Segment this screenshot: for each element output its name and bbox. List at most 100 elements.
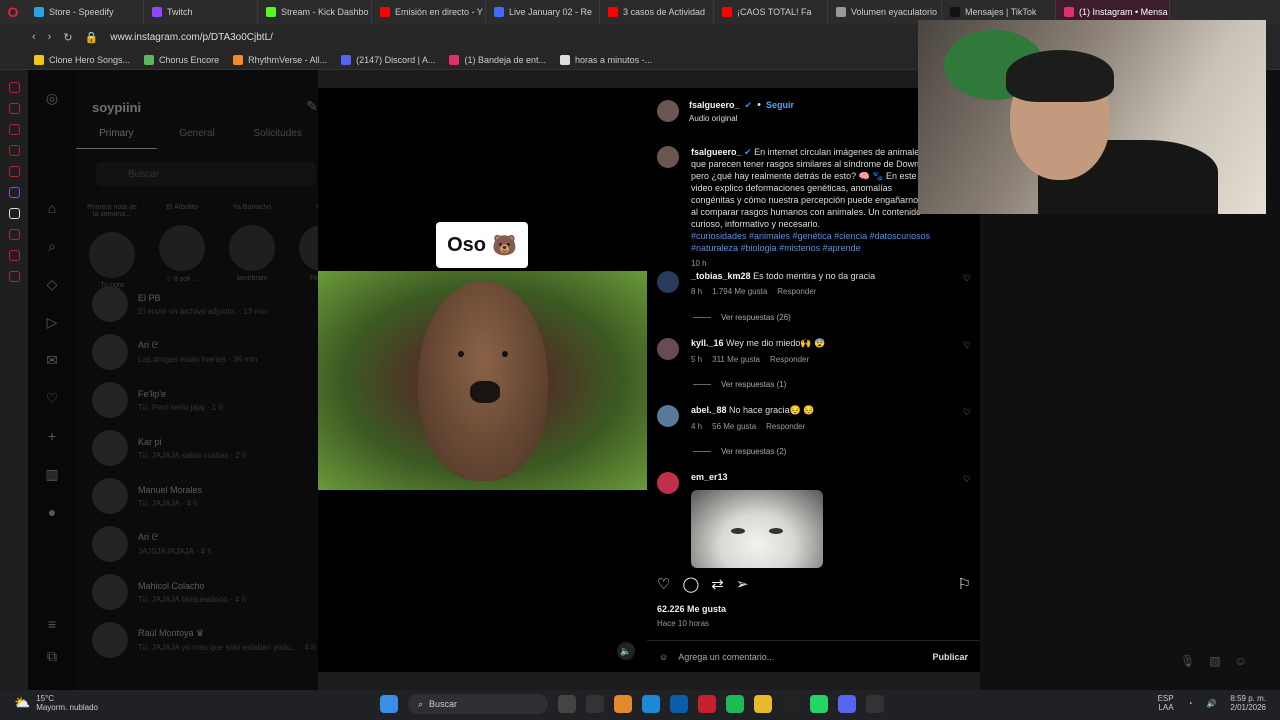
forward-icon[interactable]: ›: [48, 31, 52, 43]
windows-taskbar: ⛅ 15°C Mayorm. nublado ⌕ Buscar ESP LAA …: [0, 690, 1280, 720]
follow-button[interactable]: Seguir: [766, 100, 794, 110]
bookmark-item[interactable]: Chorus Encore: [144, 54, 219, 65]
instagram-icon[interactable]: [8, 145, 20, 156]
browser-tab[interactable]: ¡CAOS TOTAL! Fa: [714, 0, 828, 24]
image-icon[interactable]: ▧: [1209, 654, 1220, 668]
task-view-icon[interactable]: [558, 695, 576, 713]
caption-author[interactable]: fsalgueero_: [691, 147, 742, 157]
volume-icon[interactable]: 🔊: [1206, 699, 1216, 708]
emoji-icon[interactable]: ☺: [659, 652, 668, 662]
reload-icon[interactable]: ↻: [63, 31, 72, 44]
pinboard-icon[interactable]: [8, 124, 20, 135]
tab-label: Emisión en directo - Y: [395, 7, 483, 17]
comment-like-icon[interactable]: ♡: [963, 273, 971, 284]
tab-favicon-icon: [380, 7, 390, 17]
audio-label[interactable]: Audio original: [689, 114, 794, 123]
obs-icon[interactable]: [866, 695, 884, 713]
comment-cat-image[interactable]: [691, 490, 823, 568]
publish-button[interactable]: Publicar: [932, 652, 968, 662]
comment-icon[interactable]: ◯: [682, 575, 699, 593]
spotify-icon[interactable]: [726, 695, 744, 713]
store-icon[interactable]: [670, 695, 688, 713]
comment-input[interactable]: Agrega un comentario...: [678, 652, 774, 662]
history-icon[interactable]: [8, 103, 20, 114]
bookmark-item[interactable]: horas a minutos -...: [560, 54, 652, 65]
settings-icon[interactable]: [8, 271, 20, 282]
comment-user[interactable]: em_er13: [691, 472, 728, 482]
bookmark-item[interactable]: RhythmVerse - All...: [233, 54, 327, 65]
caption-hashtags[interactable]: #curiosidades #animales #genética #cienc…: [691, 230, 931, 254]
browser-tab[interactable]: 3 casos de Actividad: [600, 0, 714, 24]
x-icon[interactable]: [8, 208, 20, 219]
clock-date[interactable]: 2/01/2026: [1230, 703, 1266, 712]
epic-games-icon[interactable]: [782, 695, 800, 713]
comment-like-icon[interactable]: ♡: [963, 474, 971, 485]
like-icon[interactable]: ♡: [657, 575, 670, 593]
view-replies-button[interactable]: Ver respuestas (26): [693, 313, 791, 322]
opera-taskbar-icon[interactable]: [698, 695, 716, 713]
comment-user[interactable]: abel._88: [691, 405, 727, 415]
author-avatar[interactable]: [657, 100, 679, 122]
author-avatar[interactable]: [657, 146, 679, 168]
comment-time: 5 h: [691, 355, 703, 364]
back-icon[interactable]: ‹: [32, 31, 36, 43]
comment-likes[interactable]: 311 Me gusta: [712, 355, 760, 364]
author-name[interactable]: fsalgueero_: [689, 100, 740, 110]
avatar[interactable]: [657, 271, 679, 293]
browser-tab[interactable]: Store - Speedify: [26, 0, 144, 24]
bookmark-item[interactable]: (1) Bandeja de ent...: [449, 54, 546, 65]
opera-logo-icon[interactable]: O: [0, 0, 26, 24]
bookmark-item[interactable]: Clone Hero Songs...: [34, 54, 130, 65]
comment-user[interactable]: kyll._16: [691, 338, 724, 348]
modal-overlay-left[interactable]: [28, 70, 318, 690]
youtube-icon[interactable]: [8, 166, 20, 177]
comment-user[interactable]: _tobias_km28: [691, 271, 751, 281]
mute-icon[interactable]: 🔈: [617, 642, 635, 660]
browser-tab[interactable]: Twitch: [144, 0, 258, 24]
view-replies-button[interactable]: Ver respuestas (2): [693, 447, 786, 456]
discord-icon[interactable]: [838, 695, 856, 713]
clock-time[interactable]: 8:59 p. m.: [1230, 694, 1266, 703]
repost-icon[interactable]: ⇄: [711, 575, 724, 593]
wifi-icon[interactable]: ◔: [1188, 699, 1193, 708]
windows-start-icon[interactable]: [380, 695, 398, 713]
save-icon[interactable]: ⚐: [958, 575, 971, 593]
comment-text: No hace gracia😔 😔: [729, 405, 815, 415]
browser-tab[interactable]: Stream - Kick Dashbo: [258, 0, 372, 24]
weather-icon: ⛅: [14, 695, 31, 710]
avatar[interactable]: [657, 472, 679, 494]
post-video[interactable]: Oso 🐻 🔈: [318, 88, 647, 672]
avatar[interactable]: [657, 405, 679, 427]
language[interactable]: ESP: [1158, 694, 1174, 703]
reply-button[interactable]: Responder: [766, 422, 805, 431]
comment-likes[interactable]: 1.794 Me gusta: [712, 287, 767, 296]
edge-icon[interactable]: [642, 695, 660, 713]
twitch-icon[interactable]: [8, 187, 20, 198]
comment-likes[interactable]: 56 Me gusta: [712, 422, 756, 431]
sticker-icon[interactable]: ☺: [1235, 654, 1247, 668]
share-icon[interactable]: ➢: [736, 575, 749, 593]
comment-like-icon[interactable]: ♡: [963, 340, 971, 351]
messenger-icon[interactable]: [8, 82, 20, 93]
browser-tab[interactable]: Emisión en directo - Y: [372, 0, 486, 24]
clock-icon[interactable]: [8, 229, 20, 240]
player-icon[interactable]: [8, 250, 20, 261]
reply-button[interactable]: Responder: [770, 355, 809, 364]
file-explorer-icon[interactable]: [754, 695, 772, 713]
comment-like-icon[interactable]: ♡: [963, 407, 971, 418]
whatsapp-icon[interactable]: [810, 695, 828, 713]
like-count[interactable]: 62.226 Me gusta: [657, 604, 726, 614]
capcut-icon[interactable]: [586, 695, 604, 713]
tab-favicon-icon: [1064, 7, 1074, 17]
url-field[interactable]: www.instagram.com/p/DTA3o0CjbtL/: [110, 32, 273, 43]
bookmark-item[interactable]: (2147) Discord | A...: [341, 54, 435, 65]
reply-button[interactable]: Responder: [777, 287, 816, 296]
avatar[interactable]: [657, 338, 679, 360]
taskbar-search[interactable]: ⌕ Buscar: [408, 694, 548, 714]
tab-label: ¡CAOS TOTAL! Fa: [737, 7, 812, 17]
view-replies-button[interactable]: Ver respuestas (1): [693, 380, 786, 389]
weather-widget[interactable]: ⛅ 15°C Mayorm. nublado: [14, 694, 98, 712]
microphone-icon[interactable]: 🎙: [1180, 654, 1195, 668]
browser-tab[interactable]: Live January 02 - Re: [486, 0, 600, 24]
app-icon[interactable]: [614, 695, 632, 713]
